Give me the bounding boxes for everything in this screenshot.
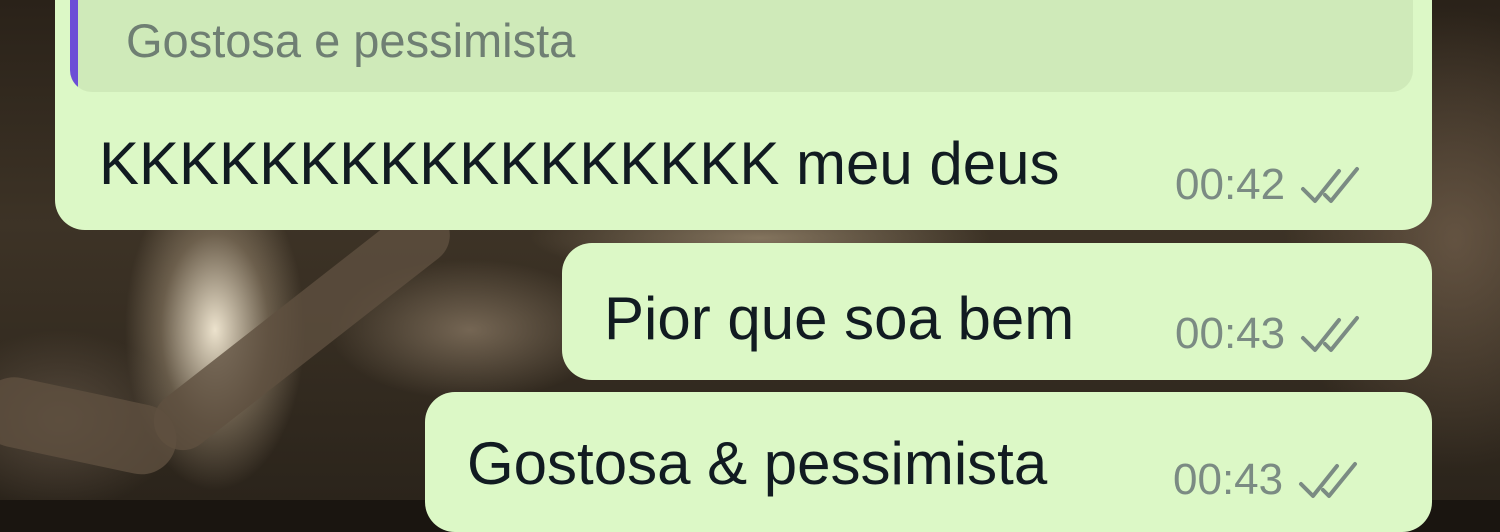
- double-check-icon: [1301, 316, 1360, 352]
- quoted-message-text: Gostosa e pessimista: [126, 14, 576, 67]
- message-meta: 00:42: [1175, 160, 1369, 210]
- message-timestamp: 00:43: [1175, 309, 1286, 358]
- message-text: Pior que soa bem: [604, 285, 1075, 352]
- double-check-icon: [1299, 462, 1358, 498]
- message-bubble-outgoing[interactable]: Pior que soa bem 00:43: [562, 243, 1432, 380]
- wallpaper-shape: [142, 194, 462, 462]
- message-meta: 00:43: [1173, 455, 1367, 505]
- message-bubble-outgoing[interactable]: Gostosa e pessimista KKKKKKKKKKKKKKKKK m…: [55, 0, 1432, 230]
- quoted-reply[interactable]: Gostosa e pessimista: [70, 0, 1413, 92]
- message-timestamp: 00:43: [1173, 455, 1284, 504]
- quote-accent-bar: [70, 0, 78, 92]
- message-bubble-outgoing[interactable]: Gostosa & pessimista 00:43: [425, 392, 1432, 532]
- message-meta: 00:43: [1175, 309, 1369, 359]
- message-text: Gostosa & pessimista: [467, 430, 1048, 497]
- message-timestamp: 00:42: [1175, 160, 1286, 209]
- double-check-icon: [1301, 167, 1360, 203]
- message-text: KKKKKKKKKKKKKKKKK meu deus: [99, 130, 1060, 197]
